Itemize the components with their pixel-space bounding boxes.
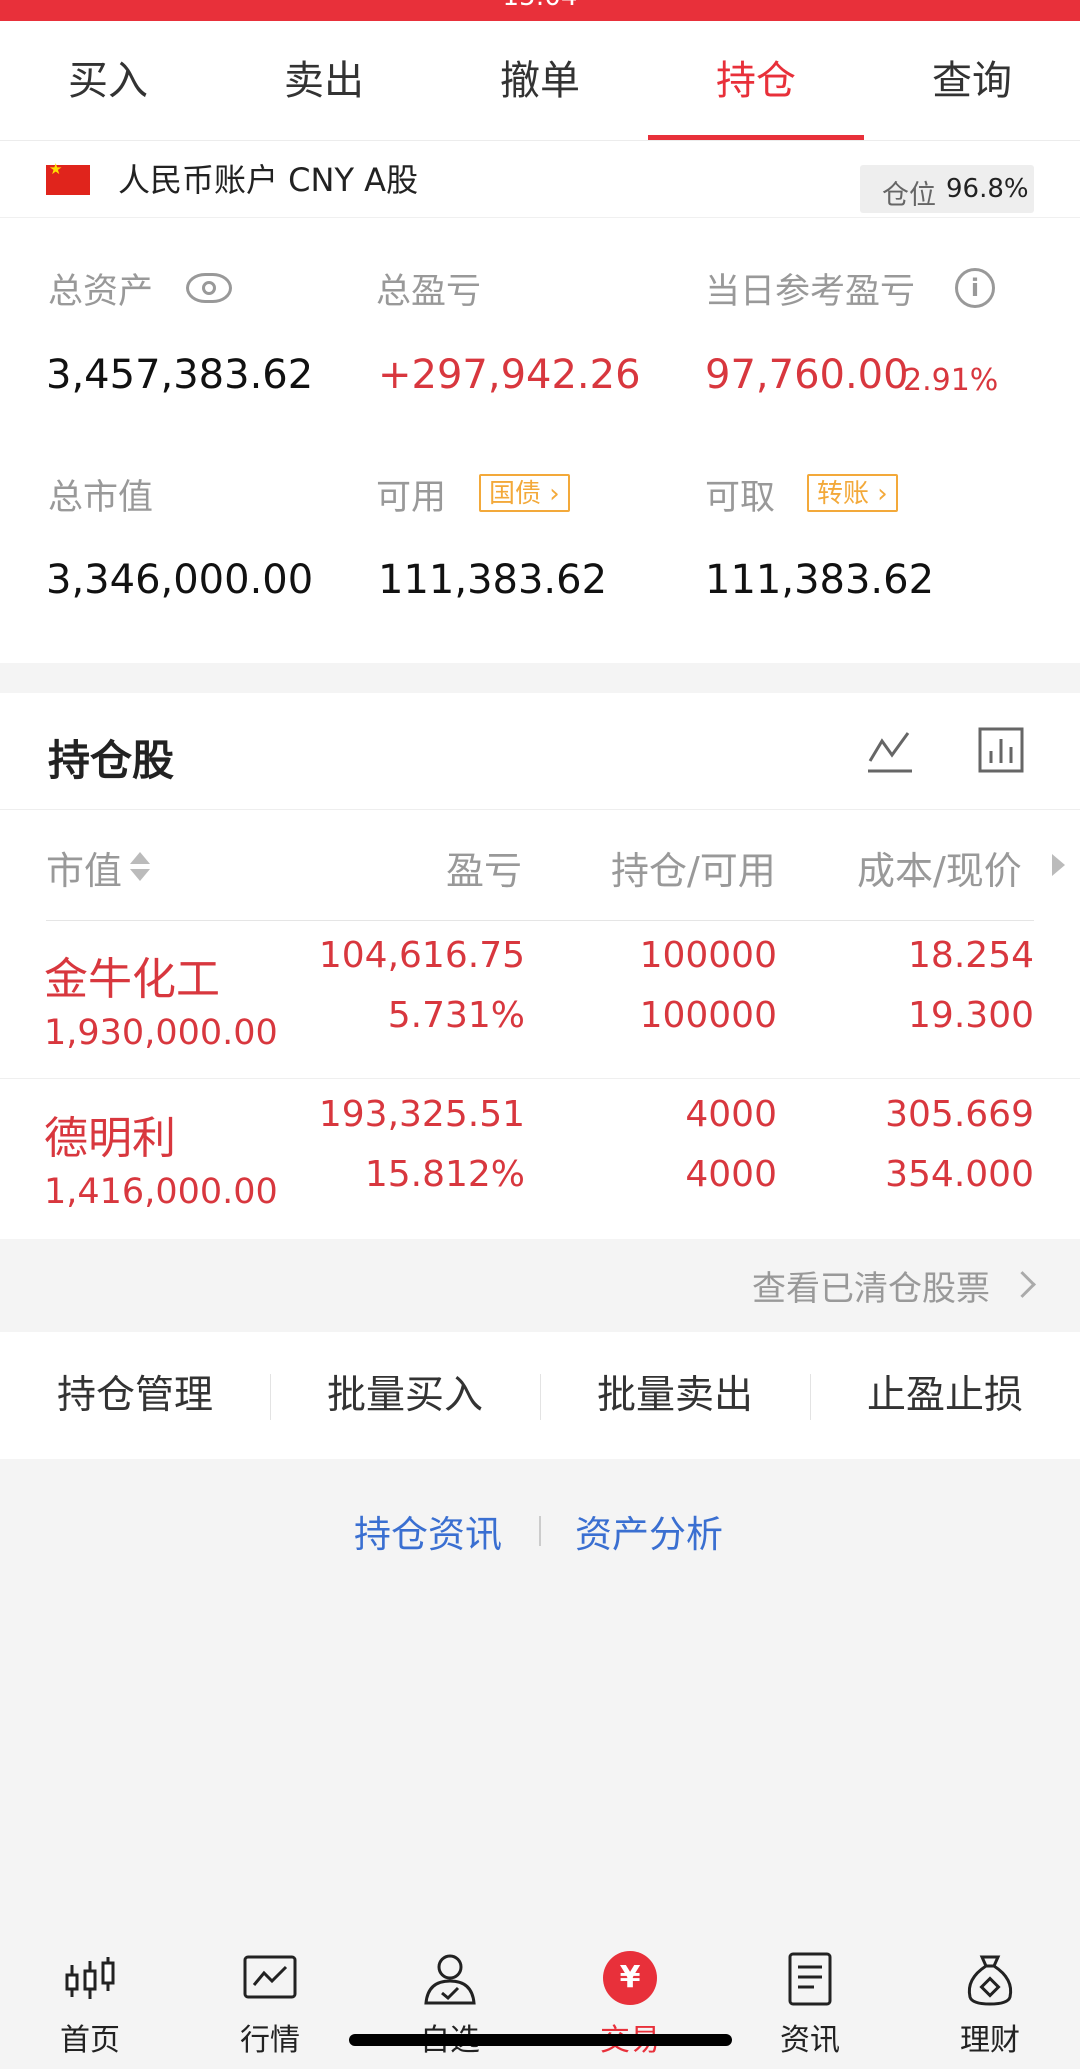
stock-cost: 305.669 <box>885 1094 1034 1135</box>
stock-pl-percent: 15.812% <box>364 1154 525 1195</box>
col-position: 持仓/可用 <box>611 849 776 893</box>
info-icon[interactable]: i <box>955 268 995 308</box>
trade-tabs: 买入 卖出 撤单 持仓 查询 <box>0 21 1080 141</box>
stock-available: 100000 <box>639 995 777 1036</box>
holding-actions: 持仓管理 批量买入 批量卖出 止盈止损 <box>0 1332 1080 1459</box>
info-links: 持仓资讯 资产分析 <box>0 1490 1080 1570</box>
available-value: 111,383.62 <box>378 557 608 603</box>
bottom-nav: 首页 行情 自选 ¥ 交易 资讯 理财 <box>0 1929 1080 2069</box>
status-time: 15:04 <box>0 0 1080 12</box>
position-value: 96.8% <box>946 174 1029 204</box>
tab-sell[interactable]: 卖出 <box>216 21 432 140</box>
treasury-bond-tag-label: 国债 <box>489 479 542 509</box>
cleared-stocks-label: 查看已清仓股票 <box>752 1269 990 1309</box>
nav-trade[interactable]: ¥ 交易 <box>540 1929 720 2069</box>
link-divider <box>539 1516 541 1546</box>
holdings-header: 市值 盈亏 持仓/可用 成本/现价 <box>0 809 1080 921</box>
stock-name: 金牛化工 <box>44 954 220 1005</box>
nav-label: 资讯 <box>780 2023 840 2058</box>
holding-row[interactable]: 德明利 1,416,000.00 193,325.51 15.812% 4000… <box>0 1080 1080 1240</box>
market-chart-icon <box>243 1955 297 1999</box>
daily-pl-percent: 2.91% <box>903 363 999 398</box>
stock-name: 德明利 <box>44 1113 176 1164</box>
stock-available: 4000 <box>685 1154 777 1195</box>
cleared-stocks-link[interactable]: 查看已清仓股票 <box>0 1239 1080 1332</box>
money-bag-icon <box>967 1955 1013 2006</box>
batch-sell-button[interactable]: 批量卖出 <box>540 1332 810 1459</box>
nav-watchlist[interactable]: 自选 <box>360 1929 540 2069</box>
col-cost-price: 成本/现价 <box>857 849 1022 893</box>
stock-pl: 104,616.75 <box>318 935 525 976</box>
tab-cancel[interactable]: 撤单 <box>432 21 648 140</box>
take-profit-stop-loss-button[interactable]: 止盈止损 <box>810 1332 1080 1459</box>
stock-market-value: 1,930,000.00 <box>44 1013 278 1053</box>
tab-query[interactable]: 查询 <box>864 21 1080 140</box>
row-divider <box>0 1078 1080 1079</box>
account-label: 人民币账户 CNY A股 <box>118 161 419 199</box>
tab-buy[interactable]: 买入 <box>0 21 216 140</box>
transfer-tag[interactable]: 转账 › <box>807 474 898 512</box>
nav-market[interactable]: 行情 <box>180 1929 360 2069</box>
account-row[interactable]: 人民币账户 CNY A股 仓位 96.8% <box>0 141 1080 218</box>
candlestick-icon <box>65 1957 115 1999</box>
holdings-section: 持仓股 市值 盈亏 持仓/可用 成本/现价 金牛化工 1,930,000.00 … <box>0 693 1080 1239</box>
stock-market-value: 1,416,000.00 <box>44 1172 278 1212</box>
bar-chart-icon[interactable] <box>978 727 1024 773</box>
nav-wealth[interactable]: 理财 <box>900 1929 1080 2069</box>
holdings-news-link[interactable]: 持仓资讯 <box>354 1504 502 1558</box>
position-label: 仓位 <box>882 180 936 211</box>
line-chart-icon[interactable] <box>866 727 914 775</box>
holding-row[interactable]: 金牛化工 1,930,000.00 104,616.75 5.731% 1000… <box>0 921 1080 1081</box>
total-pl-label: 总盈亏 <box>376 272 482 312</box>
trade-yen-icon: ¥ <box>603 1951 657 2005</box>
col-pl: 盈亏 <box>446 849 523 893</box>
daily-pl-label: 当日参考盈亏 <box>705 272 916 312</box>
stock-position: 4000 <box>685 1094 777 1135</box>
nav-home[interactable]: 首页 <box>0 1929 180 2069</box>
holdings-title: 持仓股 <box>48 736 175 785</box>
nav-label: 行情 <box>240 2023 300 2058</box>
market-value-label: 总市值 <box>48 478 154 518</box>
nav-news[interactable]: 资讯 <box>720 1929 900 2069</box>
total-assets-value: 3,457,383.62 <box>46 352 314 398</box>
status-bar: 15:04 <box>0 0 1080 21</box>
nav-label: 理财 <box>960 2023 1020 2058</box>
home-indicator[interactable] <box>349 2034 732 2046</box>
withdrawable-label: 可取 <box>705 478 776 518</box>
stock-price: 19.300 <box>908 995 1034 1036</box>
market-value: 3,346,000.00 <box>46 557 314 603</box>
batch-buy-button[interactable]: 批量买入 <box>270 1332 540 1459</box>
user-check-icon <box>424 1954 476 2005</box>
stock-price: 354.000 <box>885 1154 1034 1195</box>
china-flag-icon <box>46 160 90 195</box>
transfer-tag-label: 转账 <box>817 479 870 509</box>
total-pl-value: +297,942.26 <box>378 352 641 398</box>
stock-pl-percent: 5.731% <box>387 995 525 1036</box>
asset-analysis-link[interactable]: 资产分析 <box>575 1504 723 1558</box>
stock-pl: 193,325.51 <box>318 1094 525 1135</box>
position-badge: 仓位 96.8% <box>860 165 1034 213</box>
scroll-right-icon[interactable] <box>1052 854 1065 876</box>
treasury-bond-tag[interactable]: 国债 › <box>479 474 570 512</box>
daily-pl-value: 97,760.00 <box>705 352 909 398</box>
chevron-right-icon <box>1009 1271 1036 1298</box>
available-label: 可用 <box>376 478 447 518</box>
eye-icon[interactable] <box>186 273 232 303</box>
sort-icon[interactable] <box>130 852 150 886</box>
nav-label: 首页 <box>60 2023 120 2058</box>
account-summary: 人民币账户 CNY A股 仓位 96.8% 总资产 总盈亏 当日参考盈亏 i 3… <box>0 141 1080 663</box>
document-icon <box>788 1952 832 2006</box>
stock-cost: 18.254 <box>908 935 1034 976</box>
tab-holdings[interactable]: 持仓 <box>648 21 864 140</box>
col-market-value[interactable]: 市值 <box>46 840 122 895</box>
stock-position: 100000 <box>639 935 777 976</box>
withdrawable-value: 111,383.62 <box>705 557 935 603</box>
manage-holdings-button[interactable]: 持仓管理 <box>0 1332 270 1459</box>
total-assets-label: 总资产 <box>48 272 154 312</box>
